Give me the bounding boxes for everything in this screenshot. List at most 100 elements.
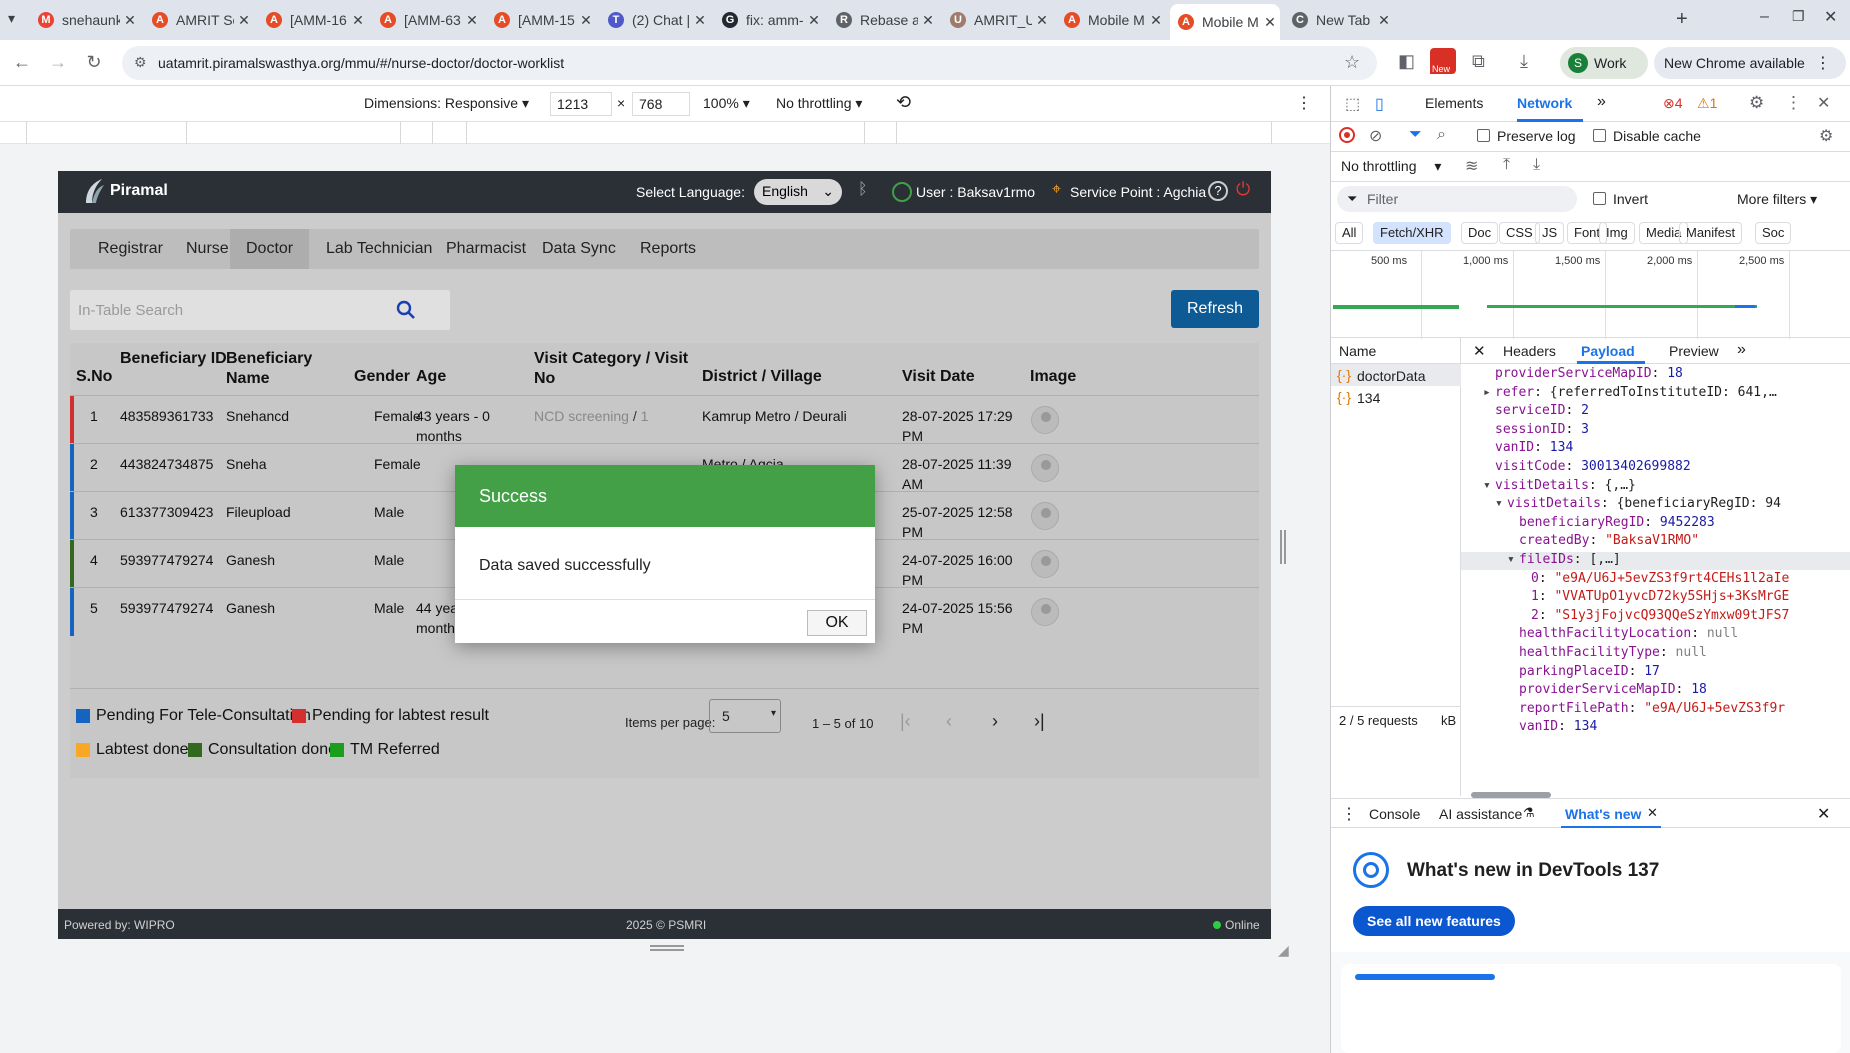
dimensions-select[interactable]: Dimensions: Responsive ▾ [364,95,529,112]
filter-input[interactable]: ⏷ Filter [1337,186,1577,212]
forward-icon[interactable]: → [46,52,70,73]
type-filter-all[interactable]: All [1335,222,1364,244]
tab-close-icon[interactable]: ✕ [690,12,710,29]
device-throttling-select[interactable]: No throttling ▾ [776,95,862,112]
detail-more-tabs-icon[interactable]: » [1737,341,1746,359]
resize-handle-right[interactable] [1280,530,1286,564]
search-icon[interactable] [396,300,416,320]
beneficiary-avatar-icon[interactable] [1031,502,1059,530]
device-toggle-icon[interactable]: ▯ [1375,94,1384,114]
resize-handle-bottom[interactable] [650,945,684,951]
menu-item-registrar[interactable]: Registrar [82,229,179,269]
tab-close-icon[interactable]: ✕ [348,12,368,29]
menu-kebab-icon[interactable]: ⋮ [1815,53,1831,73]
payload-line[interactable]: beneficiaryRegID: 9452283 [1461,515,1850,533]
payload-line[interactable]: 0: "e9A/U6J+5evZS3f9rt4CEHs1l2aIe [1461,571,1850,589]
devtools-menu-icon[interactable]: ⋮ [1785,93,1802,113]
browser-tab[interactable]: A Mobile M ✕ [1056,6,1166,34]
extension-icon[interactable]: ◧ [1398,51,1415,72]
detail-tab-headers[interactable]: Headers [1503,343,1556,359]
drawer-tab-close-icon[interactable]: ✕ [1647,805,1658,821]
tab-search-icon[interactable]: ▾ [8,10,15,27]
menu-item-data-sync[interactable]: Data Sync [526,229,632,269]
browser-tab[interactable]: A AMRIT Sc ✕ [144,6,254,34]
height-input[interactable]: 768 [632,92,690,116]
payload-line[interactable]: vanID: 134 [1461,719,1850,732]
browser-tab[interactable]: C New Tab ✕ [1284,6,1394,34]
items-per-page-select[interactable]: 5 ▾ [709,699,781,733]
payload-line[interactable]: ▾ fileIDs: [,…] [1461,552,1850,570]
warning-count[interactable]: ⚠1 [1697,95,1717,112]
tab-close-icon[interactable]: ✕ [234,12,254,29]
type-filter-manifest[interactable]: Manifest [1679,222,1743,244]
browser-tab[interactable]: U AMRIT_U ✕ [942,6,1052,34]
browser-tab[interactable]: T (2) Chat | ✕ [600,6,710,34]
payload-line[interactable]: ▾ visitDetails: {beneficiaryRegID: 94 [1461,496,1850,514]
site-info-icon[interactable]: ⚙ [134,54,147,71]
download-har-icon[interactable]: ⤓ [1533,156,1540,174]
menu-item-reports[interactable]: Reports [624,229,712,269]
tab-close-icon[interactable]: ✕ [120,12,140,29]
payload-line[interactable]: providerServiceMapID: 18 [1461,682,1850,700]
new-tab-button[interactable]: + [1676,8,1688,31]
upload-icon[interactable]: ⤒ [1503,156,1510,174]
tab-close-icon[interactable]: ✕ [918,12,938,29]
payload-line[interactable]: serviceID: 2 [1461,403,1850,421]
beneficiary-avatar-icon[interactable] [1031,598,1059,626]
detail-tab-preview[interactable]: Preview [1669,343,1719,359]
drawer-close-icon[interactable]: ✕ [1817,804,1830,824]
payload-line[interactable]: createdBy: "BaksaV1RMO" [1461,533,1850,551]
clear-icon[interactable]: ⊘ [1369,126,1382,146]
disable-cache-checkbox[interactable] [1593,129,1606,142]
more-filters-button[interactable]: More filters ▾ [1737,191,1817,208]
bluetooth-icon[interactable]: ᛒ [858,181,868,199]
invert-checkbox[interactable] [1593,192,1606,205]
inspect-icon[interactable]: ⬚ [1345,94,1360,114]
search-network-icon[interactable]: ⌕ [1437,126,1446,144]
type-filter-img[interactable]: Img [1599,222,1635,244]
payload-line[interactable]: visitCode: 30013402699882 [1461,459,1850,477]
type-filter-soc[interactable]: Soc [1755,222,1792,244]
power-icon[interactable]: ⏻ [1236,179,1250,200]
tab-close-icon[interactable]: ✕ [1260,14,1280,31]
last-page-icon[interactable]: ›| [1034,711,1045,732]
type-filter-js[interactable]: JS [1535,222,1565,244]
payload-line[interactable]: healthFacilityLocation: null [1461,626,1850,644]
search-input[interactable]: In-Table Search [78,302,183,319]
drawer-menu-icon[interactable]: ⋮ [1341,804,1357,824]
prev-page-icon[interactable]: ‹ [946,711,952,732]
window-close-icon[interactable]: ✕ [1824,7,1837,27]
browser-tab[interactable]: Msnehaunk ✕ [30,6,140,34]
bookmark-star-icon[interactable]: ☆ [1344,52,1360,73]
minimize-icon[interactable]: – [1760,8,1769,26]
table-row[interactable]: 1 483589361733 Snehancd Female 43 years - 0 … [70,395,1259,444]
network-settings-icon[interactable]: ⚙ [1819,126,1833,146]
tab-close-icon[interactable]: ✕ [1032,12,1052,29]
first-page-icon[interactable]: |‹ [900,711,911,732]
update-chrome-button[interactable]: New Chrome available ⋮ [1654,47,1846,79]
detail-tab-payload[interactable]: Payload [1581,343,1635,359]
browser-tab[interactable]: R Rebase ar✕ [828,6,938,34]
browser-tab[interactable]: Gfix: amm- ✕ [714,6,824,34]
drawer-tab-console[interactable]: Console [1369,806,1420,822]
expand-arrow-icon[interactable]: ▾ [1507,552,1515,567]
back-icon[interactable]: ← [10,52,34,73]
tab-network[interactable]: Network [1517,95,1572,111]
payload-line[interactable]: reportFilePath: "e9A/U6J+5evZS3f9r [1461,701,1850,719]
payload-line[interactable]: 2: "S1y3jFojvcQ93QQeSzYmxw09tJFS7 [1461,608,1850,626]
browser-tab[interactable]: A [AMM-63 ✕ [372,6,482,34]
tab-close-icon[interactable]: ✕ [1374,12,1394,29]
restore-icon[interactable]: ❐ [1792,8,1805,25]
tab-close-icon[interactable]: ✕ [1146,12,1166,29]
payload-line[interactable]: providerServiceMapID: 18 [1461,366,1850,384]
expand-arrow-icon[interactable]: ▸ [1483,385,1491,400]
record-icon[interactable] [1339,127,1355,143]
settings-gear-icon[interactable]: ⚙ [1749,93,1764,113]
expand-arrow-icon[interactable]: ▾ [1483,478,1491,493]
preserve-log-checkbox[interactable] [1477,129,1490,142]
zoom-select[interactable]: 100% ▾ [703,95,750,112]
refresh-button[interactable]: Refresh [1171,290,1259,328]
address-bar[interactable]: ⚙ uatamrit.piramalswasthya.org/mmu/#/nur… [122,46,1377,80]
beneficiary-avatar-icon[interactable] [1031,454,1059,482]
beneficiary-avatar-icon[interactable] [1031,550,1059,578]
